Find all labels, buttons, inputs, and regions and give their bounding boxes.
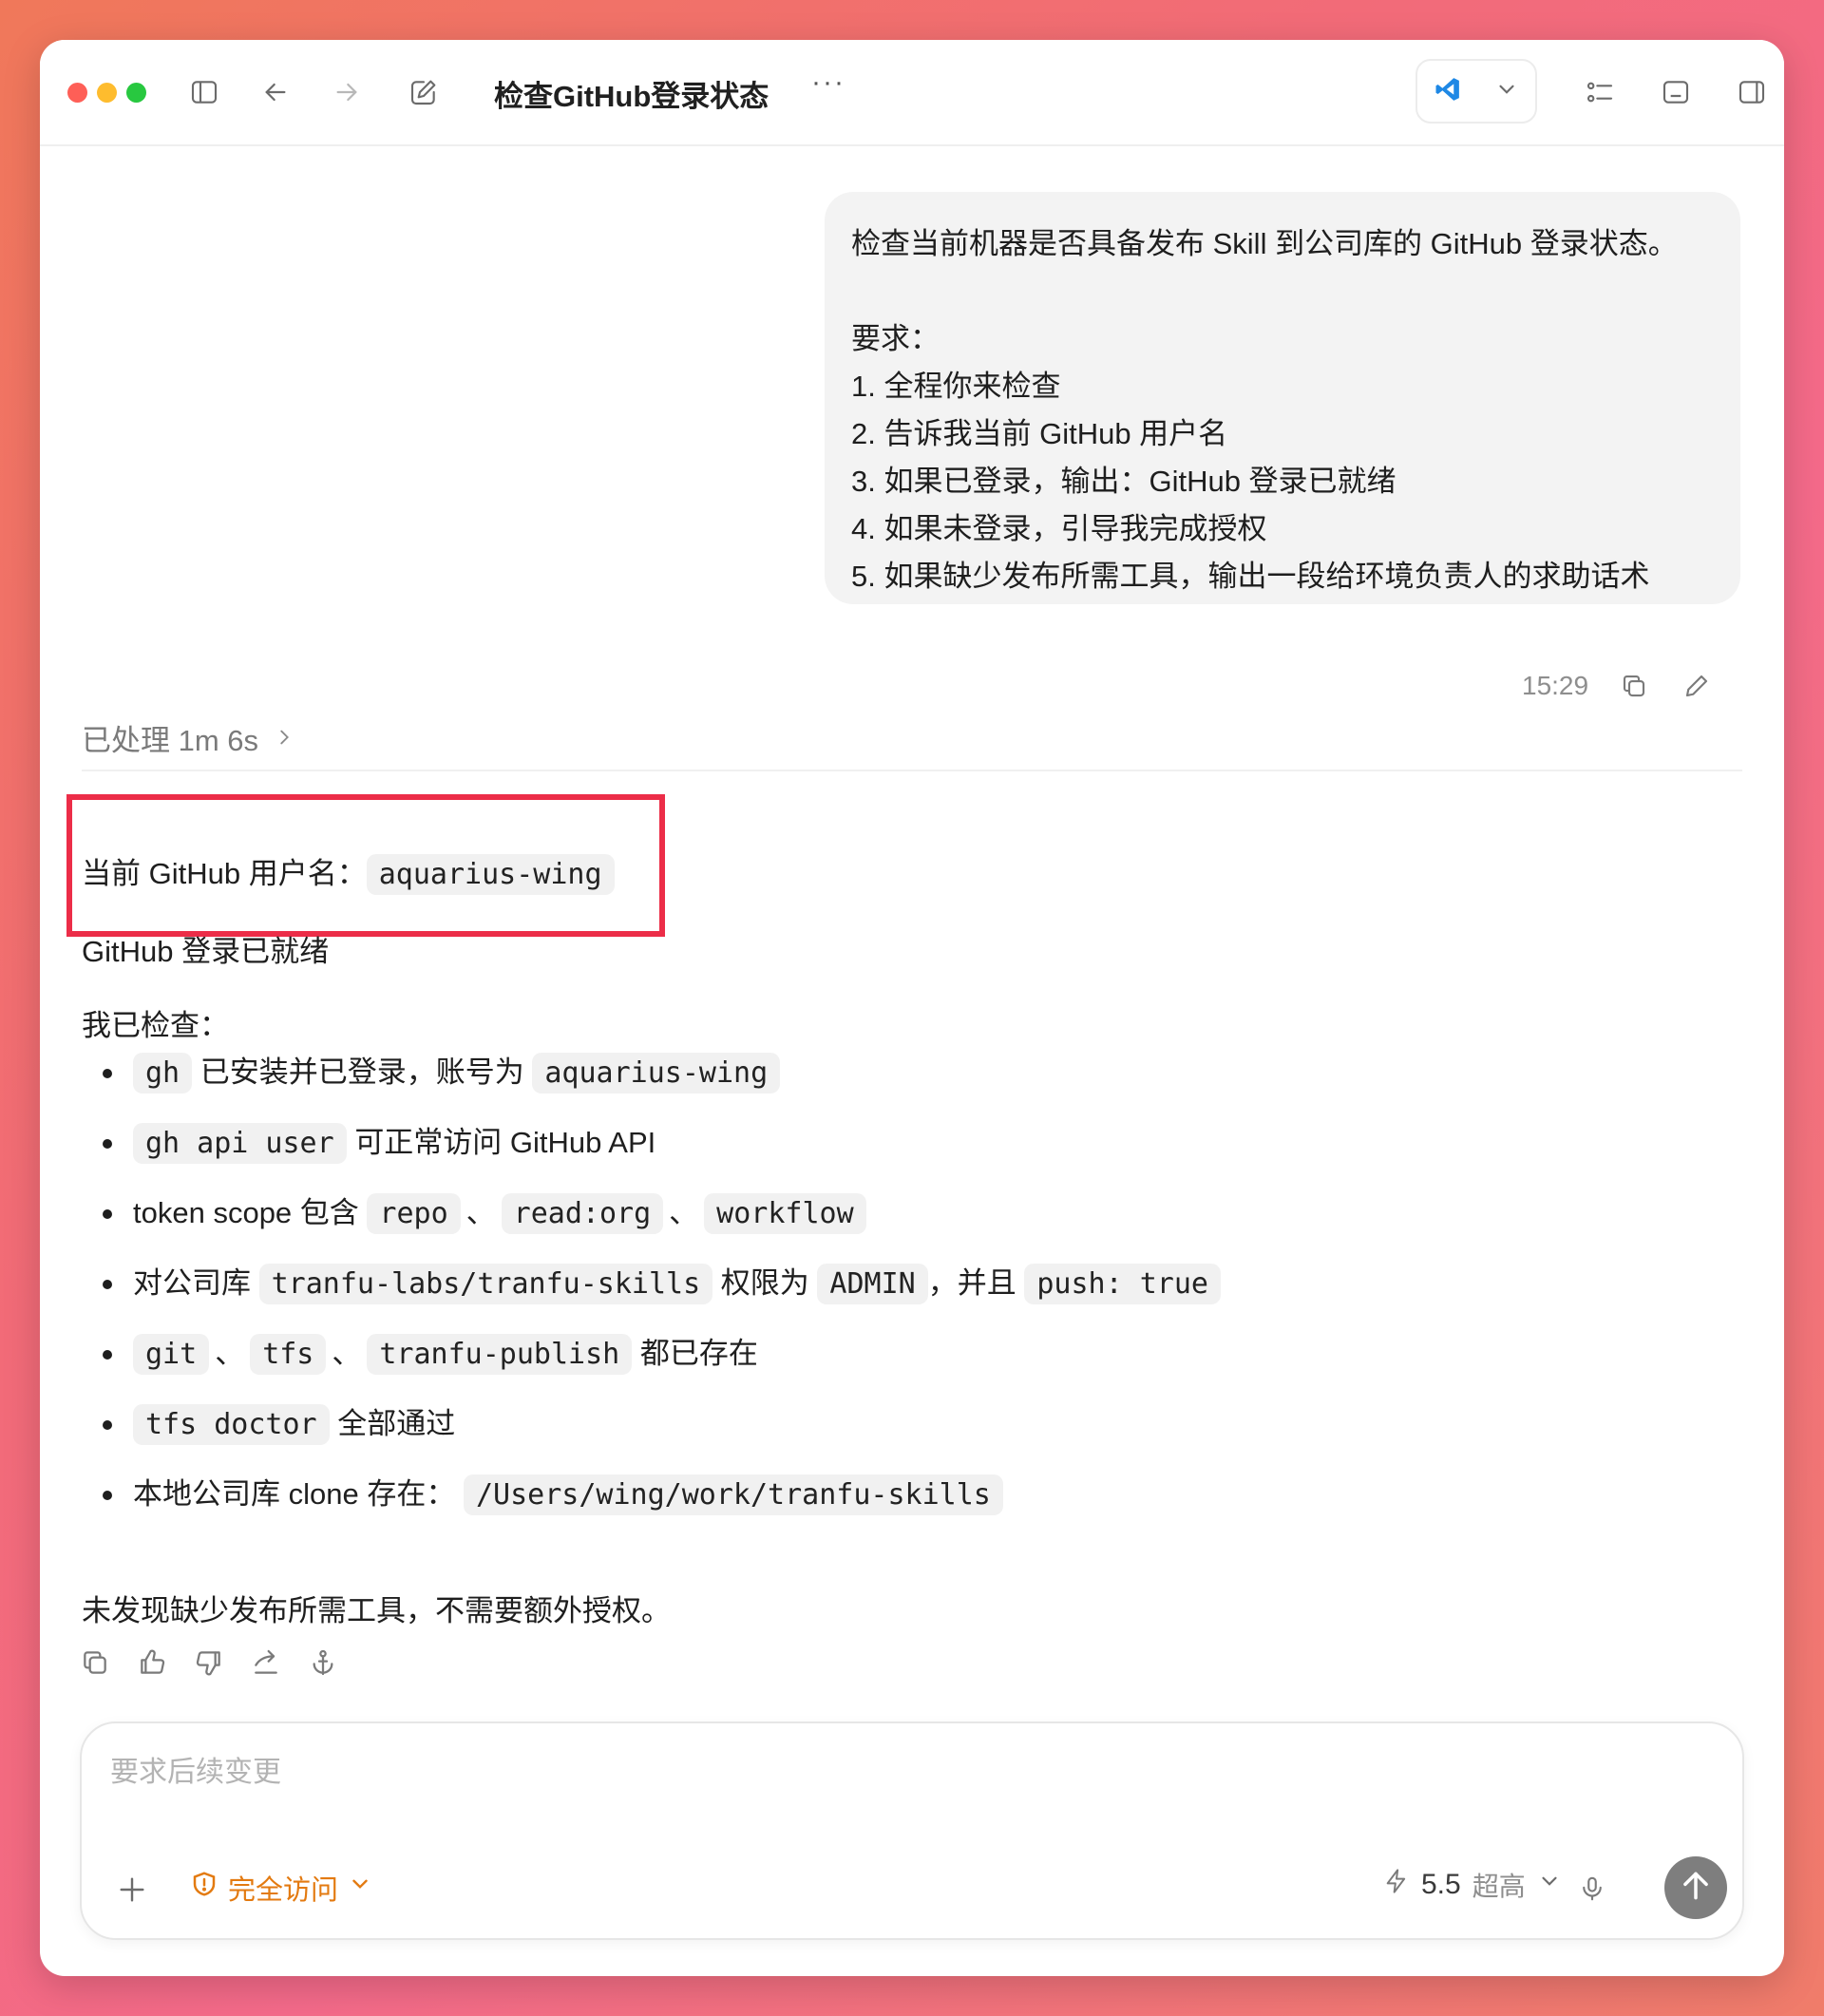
user-message-line: 5. 如果缺少发布所需工具，输出一段给环境负责人的求助话术 — [851, 560, 1650, 593]
username-line: 当前 GitHub 用户名： aquarius-wing — [82, 849, 615, 895]
conclusion-text: 未发现缺少发布所需工具，不需要额外授权。 — [82, 1594, 671, 1627]
checklist-icon[interactable] — [1581, 73, 1619, 111]
list-item-text: 都已存在 — [639, 1337, 758, 1370]
sidebar-toggle-icon[interactable] — [185, 73, 223, 111]
follow-up-input[interactable] — [108, 1748, 1632, 1797]
list-item-text: 可正常访问 GitHub API — [354, 1126, 656, 1159]
conversation-title: 检查GitHub登录状态 — [494, 80, 770, 113]
edit-pencil-icon[interactable] — [1680, 669, 1714, 703]
copy-icon[interactable] — [1617, 669, 1651, 703]
processed-summary-toggle[interactable]: 已处理 1m 6s — [82, 716, 294, 759]
chevron-down-icon — [1494, 77, 1519, 106]
response-actions — [78, 1645, 340, 1680]
model-selector[interactable]: 5.5 超高 — [1383, 1866, 1562, 1904]
plus-icon[interactable] — [108, 1866, 156, 1913]
checked-heading: 我已检查： — [82, 1009, 229, 1042]
list-item: gh 已安装并已登录，账号为 aquarius-wing — [82, 1049, 1221, 1119]
mic-icon[interactable] — [1571, 1868, 1613, 1910]
chevron-down-icon — [1537, 1869, 1562, 1901]
vscode-icon — [1434, 75, 1462, 108]
list-item: token scope 包含 repo、 read:org、 workflow — [82, 1189, 1221, 1260]
list-item-text: 已安装并已登录，账号为 — [200, 1056, 524, 1089]
list-item: 对公司库 tranfu-labs/tranfu-skills 权限为 ADMIN… — [82, 1260, 1221, 1330]
inline-code: repo — [367, 1193, 461, 1234]
inline-code: git — [133, 1334, 210, 1375]
compose-icon[interactable] — [405, 73, 443, 111]
list-item: gh api user 可正常访问 GitHub API — [82, 1119, 1221, 1189]
close-window-button[interactable] — [67, 83, 87, 103]
list-item-text: 本地公司库 clone 存在： — [133, 1477, 456, 1511]
inline-code: push: true — [1024, 1264, 1221, 1304]
copy-icon[interactable] — [78, 1645, 112, 1680]
user-message-line — [851, 268, 1714, 315]
model-version: 5.5 — [1421, 1869, 1461, 1900]
inline-code: tfs — [250, 1334, 327, 1375]
list-item: git、 tfs、 tranfu-publish 都已存在 — [82, 1330, 1221, 1400]
check-results-list: gh 已安装并已登录，账号为 aquarius-wing gh api user… — [82, 1049, 1221, 1541]
inline-code: read:org — [501, 1193, 664, 1234]
share-icon[interactable] — [249, 1645, 283, 1680]
title-bar: 检查GitHub登录状态 ··· — [40, 40, 1784, 146]
right-panel-icon[interactable] — [1733, 73, 1771, 111]
list-item-text: 权限为 — [720, 1266, 809, 1300]
list-item: 本地公司库 clone 存在： /Users/wing/work/tranfu-… — [82, 1471, 1221, 1541]
user-message-line: 3. 如果已登录，输出：GitHub 登录已就绪 — [851, 465, 1396, 498]
user-message-line: 要求： — [851, 322, 940, 355]
inline-code: aquarius-wing — [366, 854, 615, 895]
divider — [82, 770, 1742, 771]
user-message-line: 1. 全程你来检查 — [851, 370, 1061, 403]
minimize-window-button[interactable] — [97, 83, 117, 103]
list-item-text: 全部通过 — [337, 1407, 456, 1440]
username-label: 当前 GitHub 用户名： — [82, 857, 367, 890]
more-options-button[interactable]: ··· — [811, 67, 846, 99]
chevron-down-icon — [348, 1872, 372, 1904]
inline-code: workflow — [704, 1193, 866, 1234]
list-item-text: ，并且 — [927, 1266, 1016, 1300]
separator: 、 — [215, 1337, 245, 1370]
message-timestamp: 15:29 — [1522, 671, 1589, 700]
separator: 、 — [466, 1196, 496, 1229]
arrow-up-icon — [1678, 1868, 1714, 1909]
app-window: 检查GitHub登录状态 ··· 检查当前机器是否具备发布 Skill 到公司库… — [40, 40, 1784, 1976]
send-button[interactable] — [1664, 1856, 1727, 1919]
inline-code: aquarius-wing — [532, 1053, 781, 1094]
user-message-line: 检查当前机器是否具备发布 Skill 到公司库的 GitHub 登录状态。 — [851, 227, 1678, 260]
open-in-editor-button[interactable] — [1416, 59, 1537, 124]
separator: 、 — [332, 1337, 362, 1370]
thumbs-down-icon[interactable] — [192, 1645, 226, 1680]
user-message-line: 2. 告诉我当前 GitHub 用户名 — [851, 417, 1228, 450]
chevron-right-icon — [274, 721, 294, 755]
inline-code: tranfu-labs/tranfu-skills — [258, 1264, 713, 1304]
list-item-text: 对公司库 — [133, 1266, 251, 1300]
anchor-icon[interactable] — [306, 1645, 340, 1680]
access-mode-dropdown[interactable]: 完全访问 — [190, 1868, 372, 1908]
login-status-line: GitHub 登录已就绪 — [82, 935, 330, 968]
separator: 、 — [669, 1196, 699, 1229]
list-item: tfs doctor 全部通过 — [82, 1400, 1221, 1471]
user-message-bubble: 检查当前机器是否具备发布 Skill 到公司库的 GitHub 登录状态。 要求… — [825, 192, 1740, 604]
bottom-panel-icon[interactable] — [1657, 73, 1695, 111]
inline-code: tfs doctor — [133, 1404, 330, 1445]
inline-code: gh — [133, 1053, 193, 1094]
zoom-window-button[interactable] — [126, 83, 146, 103]
inline-code: /Users/wing/work/tranfu-skills — [463, 1474, 1003, 1515]
model-tier: 超高 — [1472, 1872, 1526, 1901]
forward-arrow-icon[interactable] — [328, 73, 366, 111]
warning-circle-icon — [190, 1870, 218, 1906]
back-arrow-icon[interactable] — [256, 73, 294, 111]
list-item-text: token scope 包含 — [133, 1196, 359, 1229]
access-mode-label: 完全访问 — [228, 1875, 339, 1906]
inline-code: tranfu-publish — [367, 1334, 633, 1375]
user-message-meta: 15:29 — [1522, 667, 1714, 705]
user-message-line: 4. 如果未登录，引导我完成授权 — [851, 512, 1267, 545]
thumbs-up-icon[interactable] — [135, 1645, 169, 1680]
lightning-icon — [1383, 1868, 1410, 1902]
inline-code: gh api user — [133, 1123, 347, 1164]
composer: 完全访问 5.5 超高 — [80, 1721, 1744, 1940]
processed-label: 已处理 1m 6s — [82, 724, 259, 757]
inline-code: ADMIN — [817, 1264, 928, 1304]
